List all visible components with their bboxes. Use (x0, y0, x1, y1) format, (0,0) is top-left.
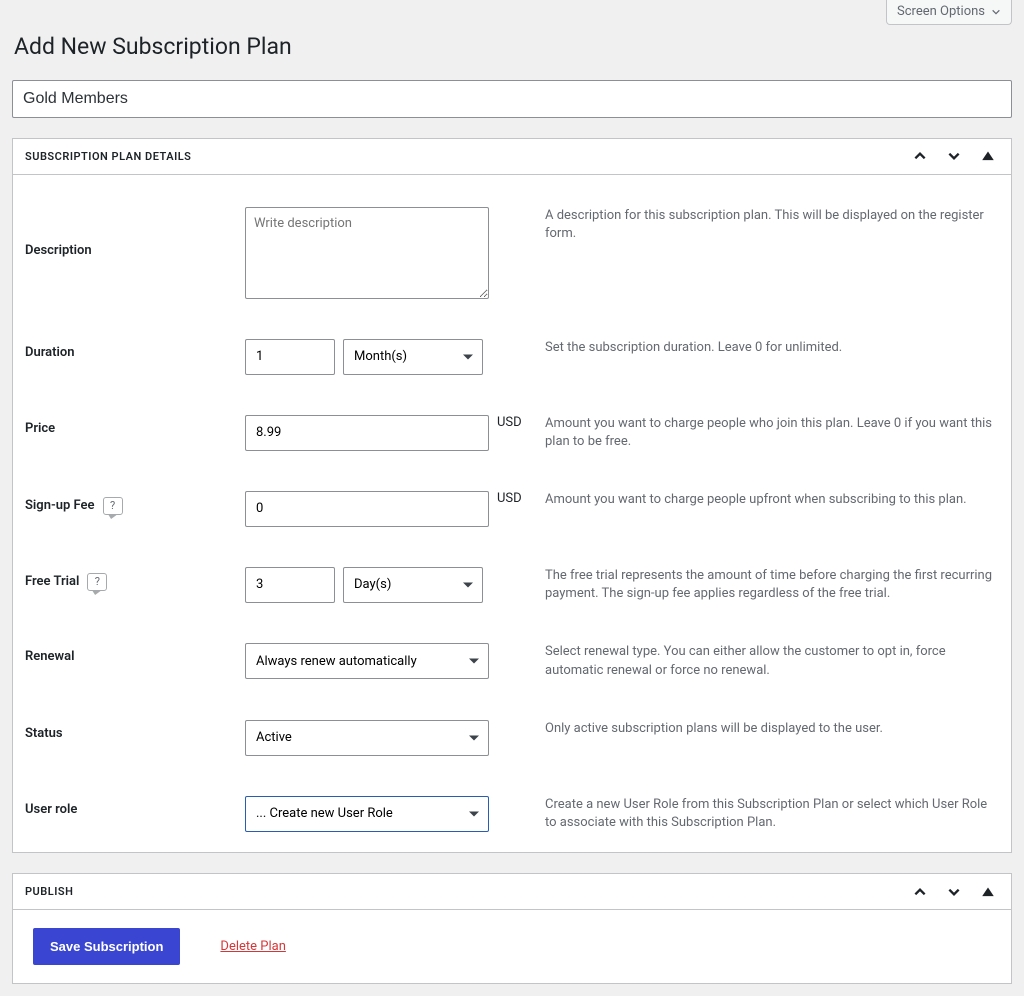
publish-postbox-title: PUBLISH (13, 875, 85, 908)
price-label: Price (25, 421, 55, 436)
chevron-down-icon (991, 7, 1001, 17)
move-up-button[interactable] (909, 881, 931, 903)
description-textarea[interactable] (245, 207, 489, 299)
chevron-down-icon (947, 885, 961, 899)
description-label: Description (25, 243, 92, 258)
signup-fee-help: Amount you want to charge people upfront… (531, 491, 999, 509)
status-label: Status (25, 726, 63, 741)
help-icon[interactable]: ? (87, 573, 107, 591)
triangle-up-icon (981, 885, 995, 899)
publish-postbox: PUBLISH Save Subscription Delete Plan (12, 873, 1012, 984)
toggle-panel-button[interactable] (977, 881, 999, 903)
save-subscription-button[interactable]: Save Subscription (33, 928, 180, 965)
status-help: Only active subscription plans will be d… (531, 720, 999, 738)
move-up-button[interactable] (909, 145, 931, 167)
page-title: Add New Subscription Plan (14, 33, 1012, 60)
free-trial-input[interactable] (245, 567, 335, 603)
free-trial-label: Free Trial (25, 574, 79, 589)
publish-postbox-header: PUBLISH (13, 874, 1011, 910)
duration-label: Duration (25, 345, 75, 360)
move-down-button[interactable] (943, 145, 965, 167)
screen-options-label: Screen Options (897, 4, 985, 20)
user-role-label: User role (25, 802, 77, 817)
signup-fee-currency: USD (489, 491, 531, 506)
user-role-select[interactable]: ... Create new User Role (245, 796, 489, 832)
free-trial-unit-select[interactable]: Day(s) (343, 567, 483, 603)
price-input[interactable] (245, 415, 489, 451)
user-role-help: Create a new User Role from this Subscri… (531, 796, 999, 832)
details-postbox-header: SUBSCRIPTION PLAN DETAILS (13, 139, 1011, 175)
description-help: A description for this subscription plan… (531, 207, 999, 243)
publish-handle-actions (909, 881, 1011, 903)
renewal-label: Renewal (25, 649, 74, 664)
duration-help: Set the subscription duration. Leave 0 f… (531, 339, 999, 357)
details-postbox: SUBSCRIPTION PLAN DETAILS Description A … (12, 138, 1012, 854)
triangle-up-icon (981, 149, 995, 163)
signup-fee-label: Sign-up Fee (25, 498, 95, 513)
status-select[interactable]: Active (245, 720, 489, 756)
price-help: Amount you want to charge people who joi… (531, 415, 999, 451)
duration-input[interactable] (245, 339, 335, 375)
move-down-button[interactable] (943, 881, 965, 903)
renewal-select[interactable]: Always renew automatically (245, 643, 489, 679)
chevron-up-icon (913, 149, 927, 163)
chevron-down-icon (947, 149, 961, 163)
plan-title-input[interactable] (12, 80, 1012, 118)
price-currency: USD (489, 415, 531, 430)
renewal-help: Select renewal type. You can either allo… (531, 643, 999, 679)
delete-plan-link[interactable]: Delete Plan (220, 939, 285, 954)
free-trial-help: The free trial represents the amount of … (531, 567, 999, 603)
chevron-up-icon (913, 885, 927, 899)
help-icon[interactable]: ? (103, 497, 123, 515)
duration-unit-select[interactable]: Month(s) (343, 339, 483, 375)
screen-options-toggle[interactable]: Screen Options (886, 0, 1012, 25)
details-handle-actions (909, 145, 1011, 167)
toggle-panel-button[interactable] (977, 145, 999, 167)
signup-fee-input[interactable] (245, 491, 489, 527)
details-postbox-title: SUBSCRIPTION PLAN DETAILS (13, 140, 203, 173)
